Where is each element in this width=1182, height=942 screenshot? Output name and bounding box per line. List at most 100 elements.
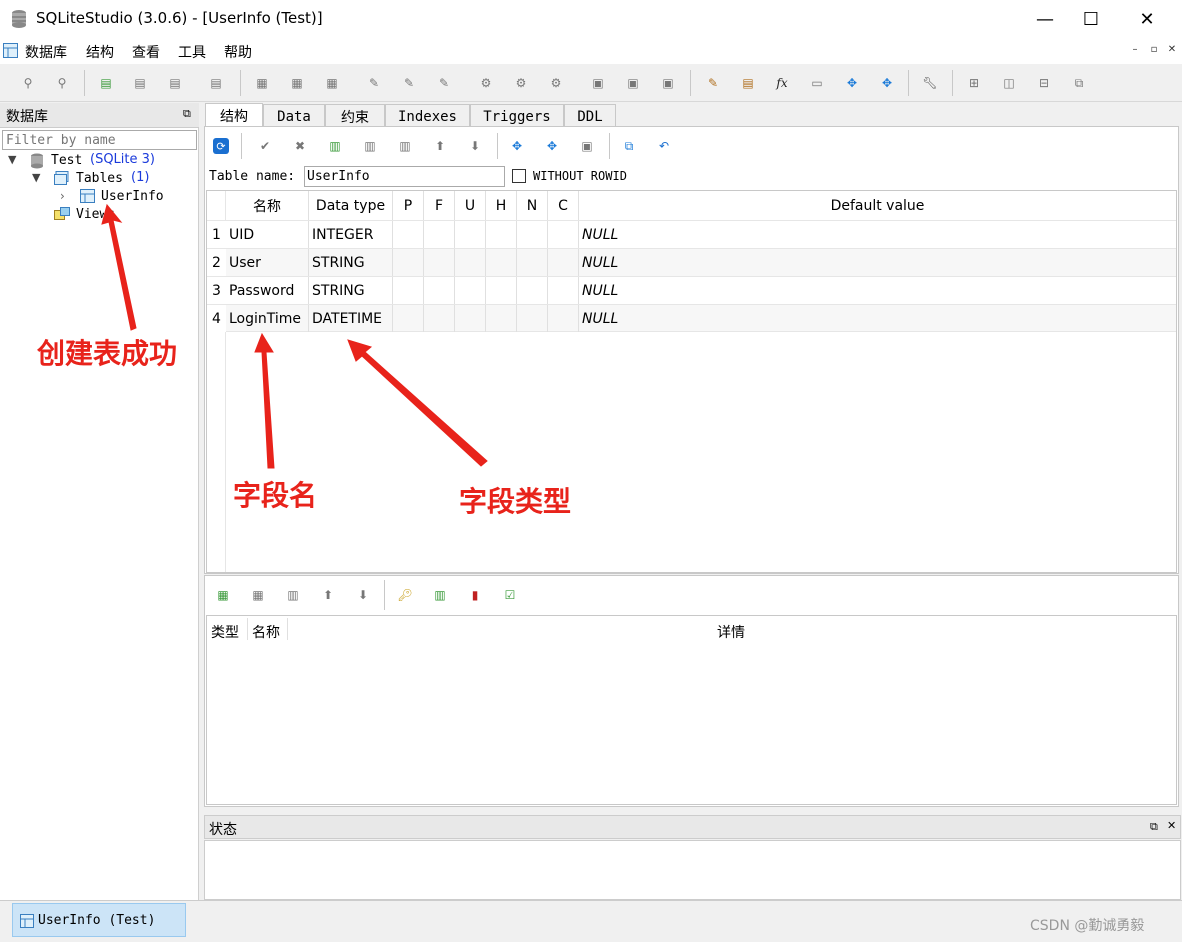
tree-views-label[interactable]: Views xyxy=(76,207,118,222)
edit-trigger-icon[interactable]: ⚙ xyxy=(511,73,531,93)
unique-cell[interactable] xyxy=(455,305,486,332)
mdi-close-button[interactable]: ✕ xyxy=(1165,42,1179,56)
mdi-restore-button[interactable]: ▫ xyxy=(1147,42,1161,56)
default-value-cell[interactable]: NULL xyxy=(579,249,1176,276)
check-cell[interactable] xyxy=(486,221,517,248)
data-type-cell[interactable]: INTEGER xyxy=(309,221,393,248)
maximize-button[interactable]: ☐ xyxy=(1068,0,1114,38)
config-wrench-icon[interactable]: 🔧︎ xyxy=(920,73,940,93)
tile-horizontal-icon[interactable]: ◫ xyxy=(999,73,1019,93)
import-table-icon[interactable]: ✥ xyxy=(507,136,527,156)
extensions-icon[interactable]: ✥ xyxy=(842,73,862,93)
close-button[interactable]: ✕ xyxy=(1124,0,1170,38)
tab-data[interactable]: Data xyxy=(263,104,325,128)
remove-database-icon[interactable]: ▤ xyxy=(165,73,185,93)
check-cell[interactable] xyxy=(486,277,517,304)
column-name-cell[interactable]: Password xyxy=(226,277,309,304)
collate-cell[interactable] xyxy=(548,305,579,332)
menu-tools[interactable]: 工具 xyxy=(178,42,206,62)
pk-cell[interactable] xyxy=(393,277,424,304)
constraint-up-icon[interactable]: ⬆ xyxy=(318,585,338,605)
tree-tables-label[interactable]: Tables xyxy=(76,171,123,186)
check-cell[interactable] xyxy=(486,305,517,332)
refresh-icon[interactable]: ⟳ xyxy=(213,138,229,154)
table-row[interactable]: 1 UID INTEGER NULL xyxy=(207,220,1176,248)
constraints-header-type[interactable]: 类型 xyxy=(211,622,239,642)
populate-table-icon[interactable]: ▣ xyxy=(577,136,597,156)
new-trigger-icon[interactable]: ⚙ xyxy=(476,73,496,93)
edit-column-icon[interactable]: ▥ xyxy=(360,136,380,156)
add-check-icon[interactable]: ☑ xyxy=(500,585,520,605)
add-column-icon[interactable]: ▥ xyxy=(325,136,345,156)
tab-structure[interactable]: 结构 xyxy=(205,103,263,128)
fk-cell[interactable] xyxy=(424,249,455,276)
panel-float-icon[interactable]: ⧉ xyxy=(1150,820,1158,834)
edit-view-icon[interactable]: ▣ xyxy=(623,73,643,93)
export-table-icon[interactable]: ✥ xyxy=(542,136,562,156)
data-type-cell[interactable]: STRING xyxy=(309,249,393,276)
create-similar-table-icon[interactable]: ⧉ xyxy=(619,136,639,156)
undo-icon[interactable]: ↶ xyxy=(654,136,674,156)
data-type-cell[interactable]: DATETIME xyxy=(309,305,393,332)
without-rowid-checkbox[interactable] xyxy=(512,169,526,183)
header-u[interactable]: U xyxy=(455,191,486,220)
not-null-cell[interactable] xyxy=(517,249,548,276)
tree-table-item[interactable]: UserInfo xyxy=(101,189,164,204)
tab-ddl[interactable]: DDL xyxy=(564,104,616,128)
panel-float-icon[interactable]: ⧉ xyxy=(183,107,191,121)
not-null-cell[interactable] xyxy=(517,305,548,332)
not-null-cell[interactable] xyxy=(517,277,548,304)
edit-database-icon[interactable]: ▤ xyxy=(130,73,150,93)
tab-indexes[interactable]: Indexes xyxy=(385,104,470,128)
header-f[interactable]: F xyxy=(424,191,455,220)
menu-database[interactable]: 数据库 xyxy=(25,42,67,62)
sql-editor-icon[interactable]: ✎ xyxy=(703,73,723,93)
window-item[interactable]: UserInfo (Test) xyxy=(12,903,186,937)
table-row[interactable]: 4 LoginTime DATETIME NULL xyxy=(207,304,1176,332)
tile-windows-icon[interactable]: ⊞ xyxy=(964,73,984,93)
unique-cell[interactable] xyxy=(455,249,486,276)
header-name[interactable]: 名称 xyxy=(226,191,309,220)
add-constraint-icon[interactable]: ▦ xyxy=(213,585,233,605)
new-index-icon[interactable]: ✎ xyxy=(364,73,384,93)
panel-close-icon[interactable]: ✕ xyxy=(1167,819,1176,832)
menu-structure[interactable]: 结构 xyxy=(86,42,114,62)
fk-cell[interactable] xyxy=(424,277,455,304)
constraint-down-icon[interactable]: ⬇ xyxy=(353,585,373,605)
default-value-cell[interactable]: NULL xyxy=(579,305,1176,332)
delete-trigger-icon[interactable]: ⚙ xyxy=(546,73,566,93)
header-default-value[interactable]: Default value xyxy=(579,191,1176,220)
add-fk-icon[interactable]: ▥ xyxy=(430,585,450,605)
add-unique-icon[interactable]: ▮ xyxy=(465,585,485,605)
add-database-icon[interactable]: ▤ xyxy=(96,73,116,93)
add-pk-icon[interactable]: 🔑︎ xyxy=(395,585,415,605)
new-view-icon[interactable]: ▣ xyxy=(588,73,608,93)
delete-table-icon[interactable]: ▦ xyxy=(322,73,342,93)
mdi-minimize-button[interactable]: – xyxy=(1128,42,1142,56)
table-row[interactable]: 2 User STRING NULL xyxy=(207,248,1176,276)
tree-db-name[interactable]: Test xyxy=(51,153,82,168)
import-icon[interactable]: ✥ xyxy=(877,73,897,93)
tab-triggers[interactable]: Triggers xyxy=(470,104,564,128)
new-table-icon[interactable]: ▦ xyxy=(252,73,272,93)
connect-icon[interactable]: ⚲ xyxy=(18,73,38,93)
header-p[interactable]: P xyxy=(393,191,424,220)
check-cell[interactable] xyxy=(486,249,517,276)
commit-icon[interactable]: ✔ xyxy=(255,136,275,156)
move-up-icon[interactable]: ⬆ xyxy=(430,136,450,156)
cascade-windows-icon[interactable]: ⧉ xyxy=(1069,73,1089,93)
collate-cell[interactable] xyxy=(548,221,579,248)
header-h[interactable]: H xyxy=(486,191,517,220)
header-n[interactable]: N xyxy=(517,191,548,220)
chevron-right-icon[interactable]: › xyxy=(60,189,65,203)
disconnect-icon[interactable]: ⚲ xyxy=(52,73,72,93)
collations-icon[interactable]: ▭ xyxy=(807,73,827,93)
column-name-cell[interactable]: User xyxy=(226,249,309,276)
default-value-cell[interactable]: NULL xyxy=(579,221,1176,248)
unique-cell[interactable] xyxy=(455,221,486,248)
filter-input[interactable] xyxy=(2,130,197,150)
tab-constraints[interactable]: 约束 xyxy=(325,104,385,128)
not-null-cell[interactable] xyxy=(517,221,548,248)
constraints-header-details[interactable]: 详情 xyxy=(717,622,745,642)
unique-cell[interactable] xyxy=(455,277,486,304)
